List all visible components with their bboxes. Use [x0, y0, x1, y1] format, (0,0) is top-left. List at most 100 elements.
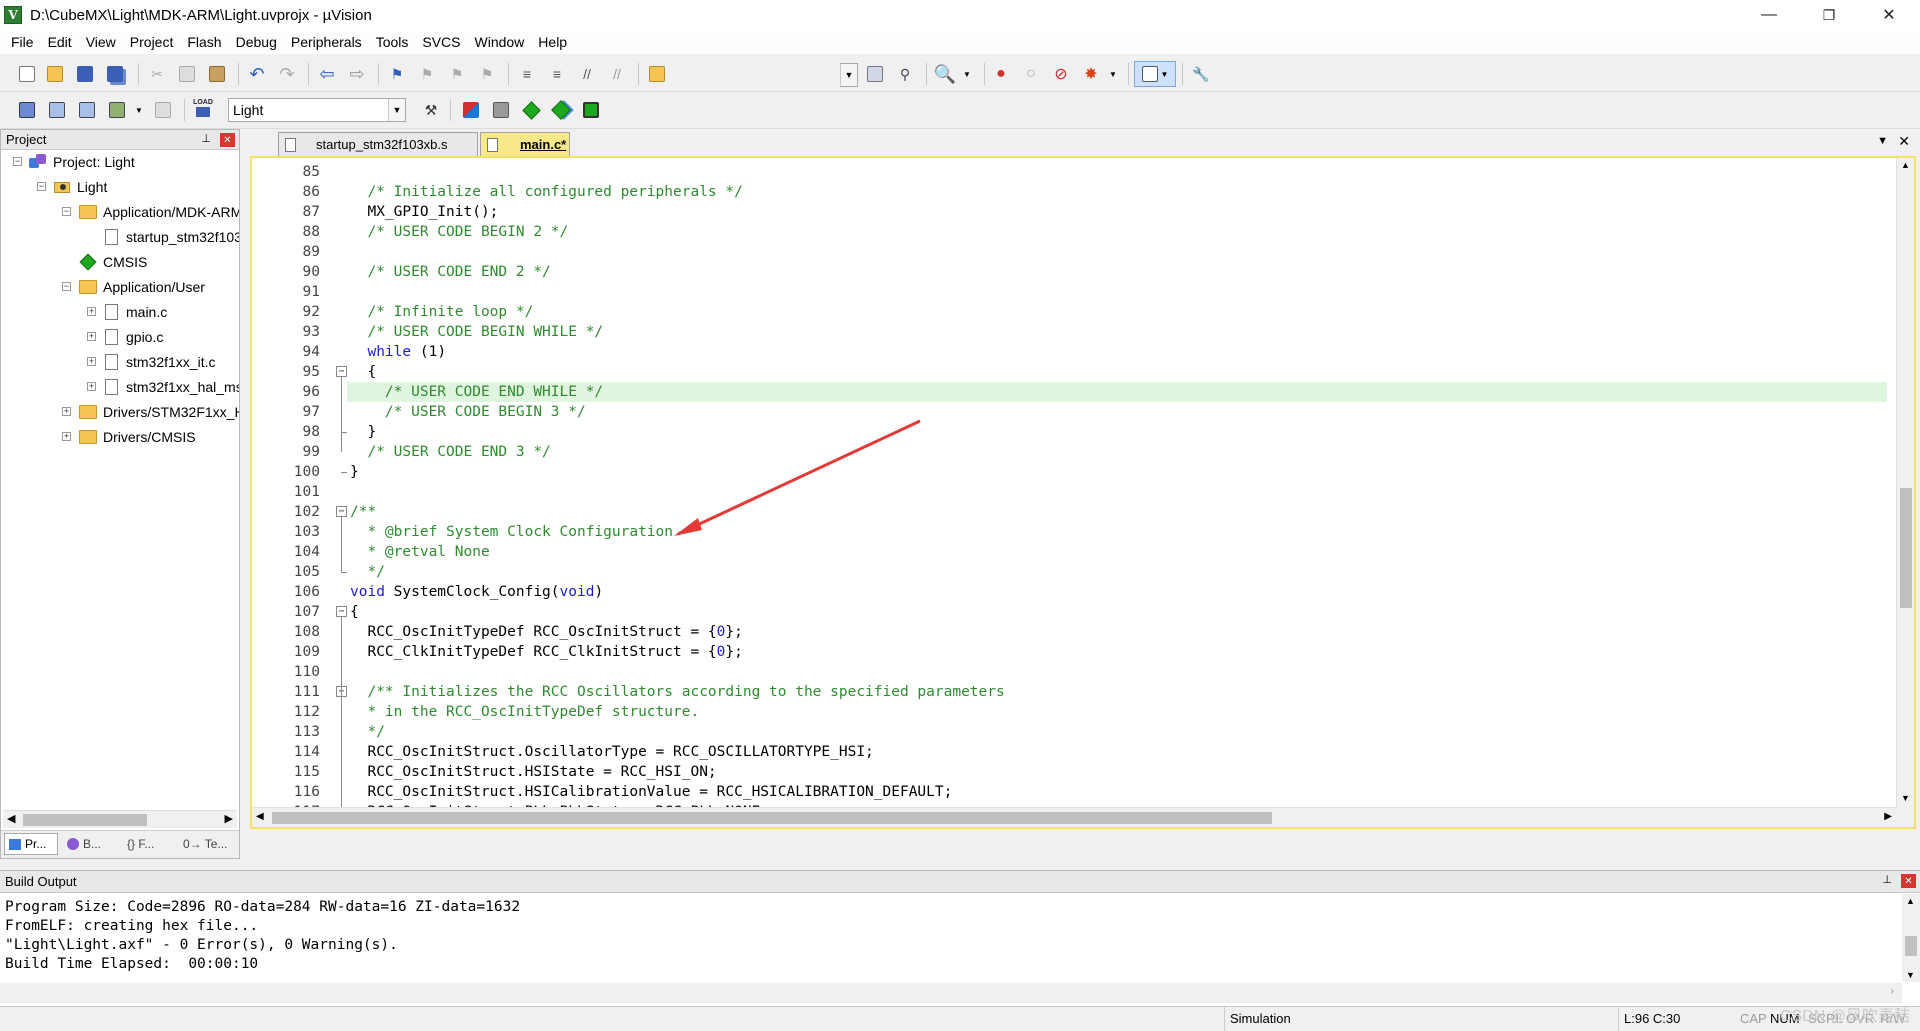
scroll-thumb[interactable]: [1905, 936, 1917, 956]
scroll-down-icon[interactable]: ▼: [1906, 970, 1915, 980]
tree-item-file-hal-msp[interactable]: stm32f1xx_hal_msp.c: [105, 376, 239, 398]
scroll-right-icon[interactable]: ▶: [225, 812, 233, 825]
tab-project[interactable]: Pr...: [4, 833, 58, 855]
pack-installer-button[interactable]: [580, 99, 602, 121]
translate-button[interactable]: [16, 99, 38, 121]
expand-icon[interactable]: +: [87, 382, 96, 391]
project-panel-close-button[interactable]: ✕: [220, 133, 235, 147]
target-select[interactable]: Light ▼: [228, 98, 406, 122]
scroll-thumb[interactable]: [272, 812, 1272, 824]
tree-item-group-mdk-arm[interactable]: Application/MDK-ARM: [79, 201, 239, 223]
collapse-icon[interactable]: −: [62, 207, 71, 216]
menu-peripherals[interactable]: Peripherals: [284, 34, 369, 50]
run-time-environment-button[interactable]: [520, 99, 542, 121]
copy-button[interactable]: [176, 63, 198, 85]
scroll-right-icon[interactable]: ▶: [1884, 811, 1892, 822]
scroll-left-icon[interactable]: ◀: [256, 811, 264, 822]
collapse-icon[interactable]: −: [37, 182, 46, 191]
tree-item-file-startup[interactable]: startup_stm32f103xb.s: [105, 226, 239, 248]
tree-item-group-hal-driver[interactable]: Drivers/STM32F1xx_HAL_Driver: [79, 401, 239, 423]
editor-horizontal-scrollbar[interactable]: ◀ ▶: [252, 807, 1898, 827]
build-output-close-button[interactable]: ✕: [1901, 874, 1916, 888]
undo-button[interactable]: ↶: [246, 63, 268, 85]
redo-button[interactable]: ↷: [276, 63, 298, 85]
save-button[interactable]: [74, 63, 96, 85]
scroll-thumb[interactable]: [23, 814, 147, 826]
tab-list-dropdown-icon[interactable]: ▼: [1877, 135, 1888, 147]
insert-breakpoint-button[interactable]: ●: [990, 63, 1012, 85]
build-button[interactable]: [46, 99, 68, 121]
cut-button[interactable]: ✂: [146, 63, 168, 85]
menu-help[interactable]: Help: [531, 34, 574, 50]
manage-components-button[interactable]: [490, 99, 512, 121]
menu-svcs[interactable]: SVCS: [415, 34, 467, 50]
expand-icon[interactable]: +: [87, 357, 96, 366]
configure-button[interactable]: 🔧: [1190, 63, 1212, 85]
menu-file[interactable]: File: [0, 34, 41, 50]
breakpoint-dropdown[interactable]: ▼: [1102, 63, 1124, 85]
close-document-icon[interactable]: ✕: [1898, 133, 1910, 150]
tree-item-file-it[interactable]: stm32f1xx_it.c: [105, 351, 215, 373]
collapse-icon[interactable]: −: [13, 157, 22, 166]
paste-button[interactable]: [206, 63, 228, 85]
tab-main-c[interactable]: main.c*: [480, 132, 570, 156]
window-layout-button[interactable]: ▼: [1134, 61, 1176, 87]
find-button[interactable]: [864, 63, 886, 85]
stop-build-button[interactable]: [152, 99, 174, 121]
kill-all-breakpoints-button[interactable]: ✸: [1080, 63, 1102, 85]
project-horizontal-scrollbar[interactable]: ◀ ▶: [3, 810, 237, 828]
batch-build-button[interactable]: [106, 99, 128, 121]
tree-item-group-cmsis[interactable]: Drivers/CMSIS: [79, 426, 196, 448]
rebuild-button[interactable]: [76, 99, 98, 121]
save-all-button[interactable]: [104, 63, 126, 85]
tree-item-group-user[interactable]: Application/User: [79, 276, 205, 298]
expand-icon[interactable]: +: [62, 432, 71, 441]
tab-templates[interactable]: 0→ Te...: [179, 833, 237, 855]
menu-edit[interactable]: Edit: [41, 34, 79, 50]
tab-functions[interactable]: {} F...: [123, 833, 177, 855]
scroll-up-icon[interactable]: ▲: [1901, 160, 1910, 170]
menu-view[interactable]: View: [79, 34, 123, 50]
find-combo[interactable]: ▼: [840, 63, 858, 87]
menu-flash[interactable]: Flash: [180, 34, 228, 50]
editor-vertical-scrollbar[interactable]: ▲ ▼: [1896, 158, 1914, 827]
unindent-button[interactable]: ≡: [546, 63, 568, 85]
incremental-find-button[interactable]: ⚲: [894, 63, 916, 85]
menu-debug[interactable]: Debug: [229, 34, 284, 50]
collapse-icon[interactable]: −: [62, 282, 71, 291]
pin-icon[interactable]: ⊥: [1882, 873, 1892, 886]
tree-item-target-light[interactable]: Light: [53, 176, 107, 198]
tab-books[interactable]: B...: [63, 833, 117, 855]
indent-button[interactable]: ≡: [516, 63, 538, 85]
tree-item-project[interactable]: Project: Light: [29, 151, 135, 173]
navigate-forward-button[interactable]: ⇨: [346, 63, 368, 85]
prev-bookmark-button[interactable]: ⚑: [416, 63, 438, 85]
restore-button[interactable]: ❐: [1800, 0, 1858, 30]
select-software-packs-button[interactable]: [550, 99, 572, 121]
clear-bookmarks-button[interactable]: ⚑: [476, 63, 498, 85]
build-vertical-scrollbar[interactable]: ▲ ▼: [1902, 894, 1920, 982]
tree-item-cmsis[interactable]: CMSIS: [79, 251, 147, 273]
batch-build-dropdown[interactable]: ▼: [128, 99, 150, 121]
scroll-left-icon[interactable]: ◀: [7, 812, 15, 825]
next-bookmark-button[interactable]: ⚑: [446, 63, 468, 85]
code-editor[interactable]: 85 86 /* Initialize all configured periph…: [250, 156, 1916, 829]
start-debug-button[interactable]: 🔍: [934, 63, 956, 85]
uncomment-button[interactable]: //: [606, 63, 628, 85]
menu-project[interactable]: Project: [123, 34, 181, 50]
scroll-thumb[interactable]: [1900, 488, 1912, 608]
scroll-right-icon[interactable]: ›: [1891, 986, 1894, 997]
disable-all-breakpoints-button[interactable]: ⊘: [1050, 63, 1072, 85]
expand-icon[interactable]: +: [62, 407, 71, 416]
close-button[interactable]: ✕: [1860, 0, 1918, 30]
download-button[interactable]: LOAD: [192, 97, 214, 119]
find-in-files-button[interactable]: [646, 63, 668, 85]
tree-item-file-main[interactable]: main.c: [105, 301, 167, 323]
expand-icon[interactable]: +: [87, 332, 96, 341]
target-options-button[interactable]: ⚒: [420, 99, 442, 121]
comment-button[interactable]: //: [576, 63, 598, 85]
build-horizontal-scrollbar[interactable]: ›: [0, 983, 1902, 1003]
menu-window[interactable]: Window: [468, 34, 532, 50]
scroll-down-icon[interactable]: ▼: [1901, 793, 1910, 803]
debug-dropdown[interactable]: ▼: [956, 63, 978, 85]
